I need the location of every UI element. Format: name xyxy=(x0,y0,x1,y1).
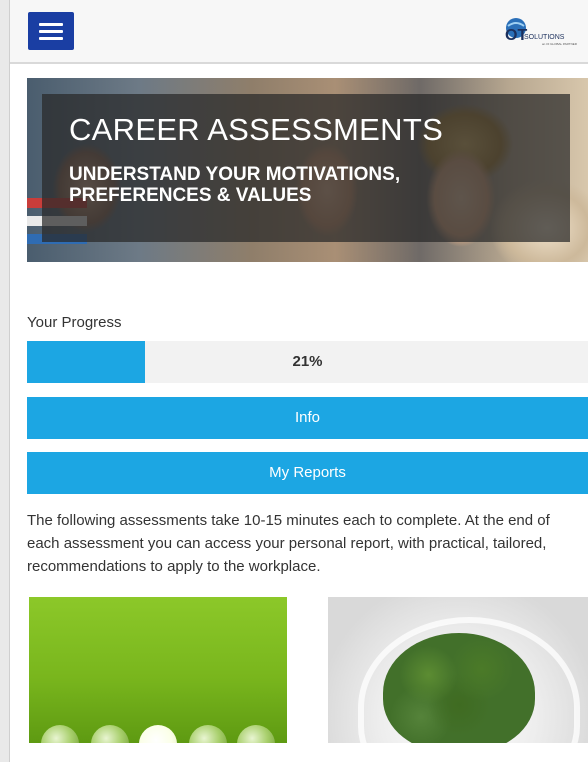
assessment-card-brain[interactable] xyxy=(328,597,588,743)
my-reports-button[interactable]: My Reports xyxy=(27,452,588,494)
logo-text: SOLUTIONS xyxy=(524,34,565,41)
page: OT SOLUTIONS an OI GLOBAL PARTNER CAREER… xyxy=(10,0,588,762)
left-border xyxy=(0,0,10,762)
hero-title: CAREER ASSESSMENTS xyxy=(69,112,444,147)
hamburger-menu-button[interactable] xyxy=(28,12,74,50)
progress-percent: 21% xyxy=(292,353,323,370)
progress-bar: 21% xyxy=(27,341,588,383)
hero-banner: CAREER ASSESSMENTS UNDERSTAND YOUR MOTIV… xyxy=(27,78,588,262)
lightbulb-icon xyxy=(189,725,227,743)
tree-brain-image xyxy=(383,633,535,743)
lightbulb-icon xyxy=(41,725,79,743)
info-button[interactable]: Info xyxy=(27,397,588,439)
assessment-description: The following assessments take 10-15 min… xyxy=(27,512,550,575)
top-bar: OT SOLUTIONS an OI GLOBAL PARTNER xyxy=(10,0,588,64)
menu-icon-bar xyxy=(39,23,63,26)
lightbulb-icon xyxy=(237,725,275,743)
menu-icon-bar xyxy=(39,37,63,40)
lightbulb-lit-icon xyxy=(139,725,177,743)
hero-subtitle: UNDERSTAND YOUR MOTIVATIONS, PREFERENCES… xyxy=(69,164,401,206)
logo-tagline: an OI GLOBAL PARTNER xyxy=(542,42,578,46)
assessment-card-lightbulbs[interactable] xyxy=(29,597,287,743)
menu-icon-bar xyxy=(39,30,63,33)
lightbulb-icon xyxy=(91,725,129,743)
progress-label: Your Progress xyxy=(27,314,122,331)
company-logo[interactable]: OT SOLUTIONS an OI GLOBAL PARTNER xyxy=(502,14,584,48)
